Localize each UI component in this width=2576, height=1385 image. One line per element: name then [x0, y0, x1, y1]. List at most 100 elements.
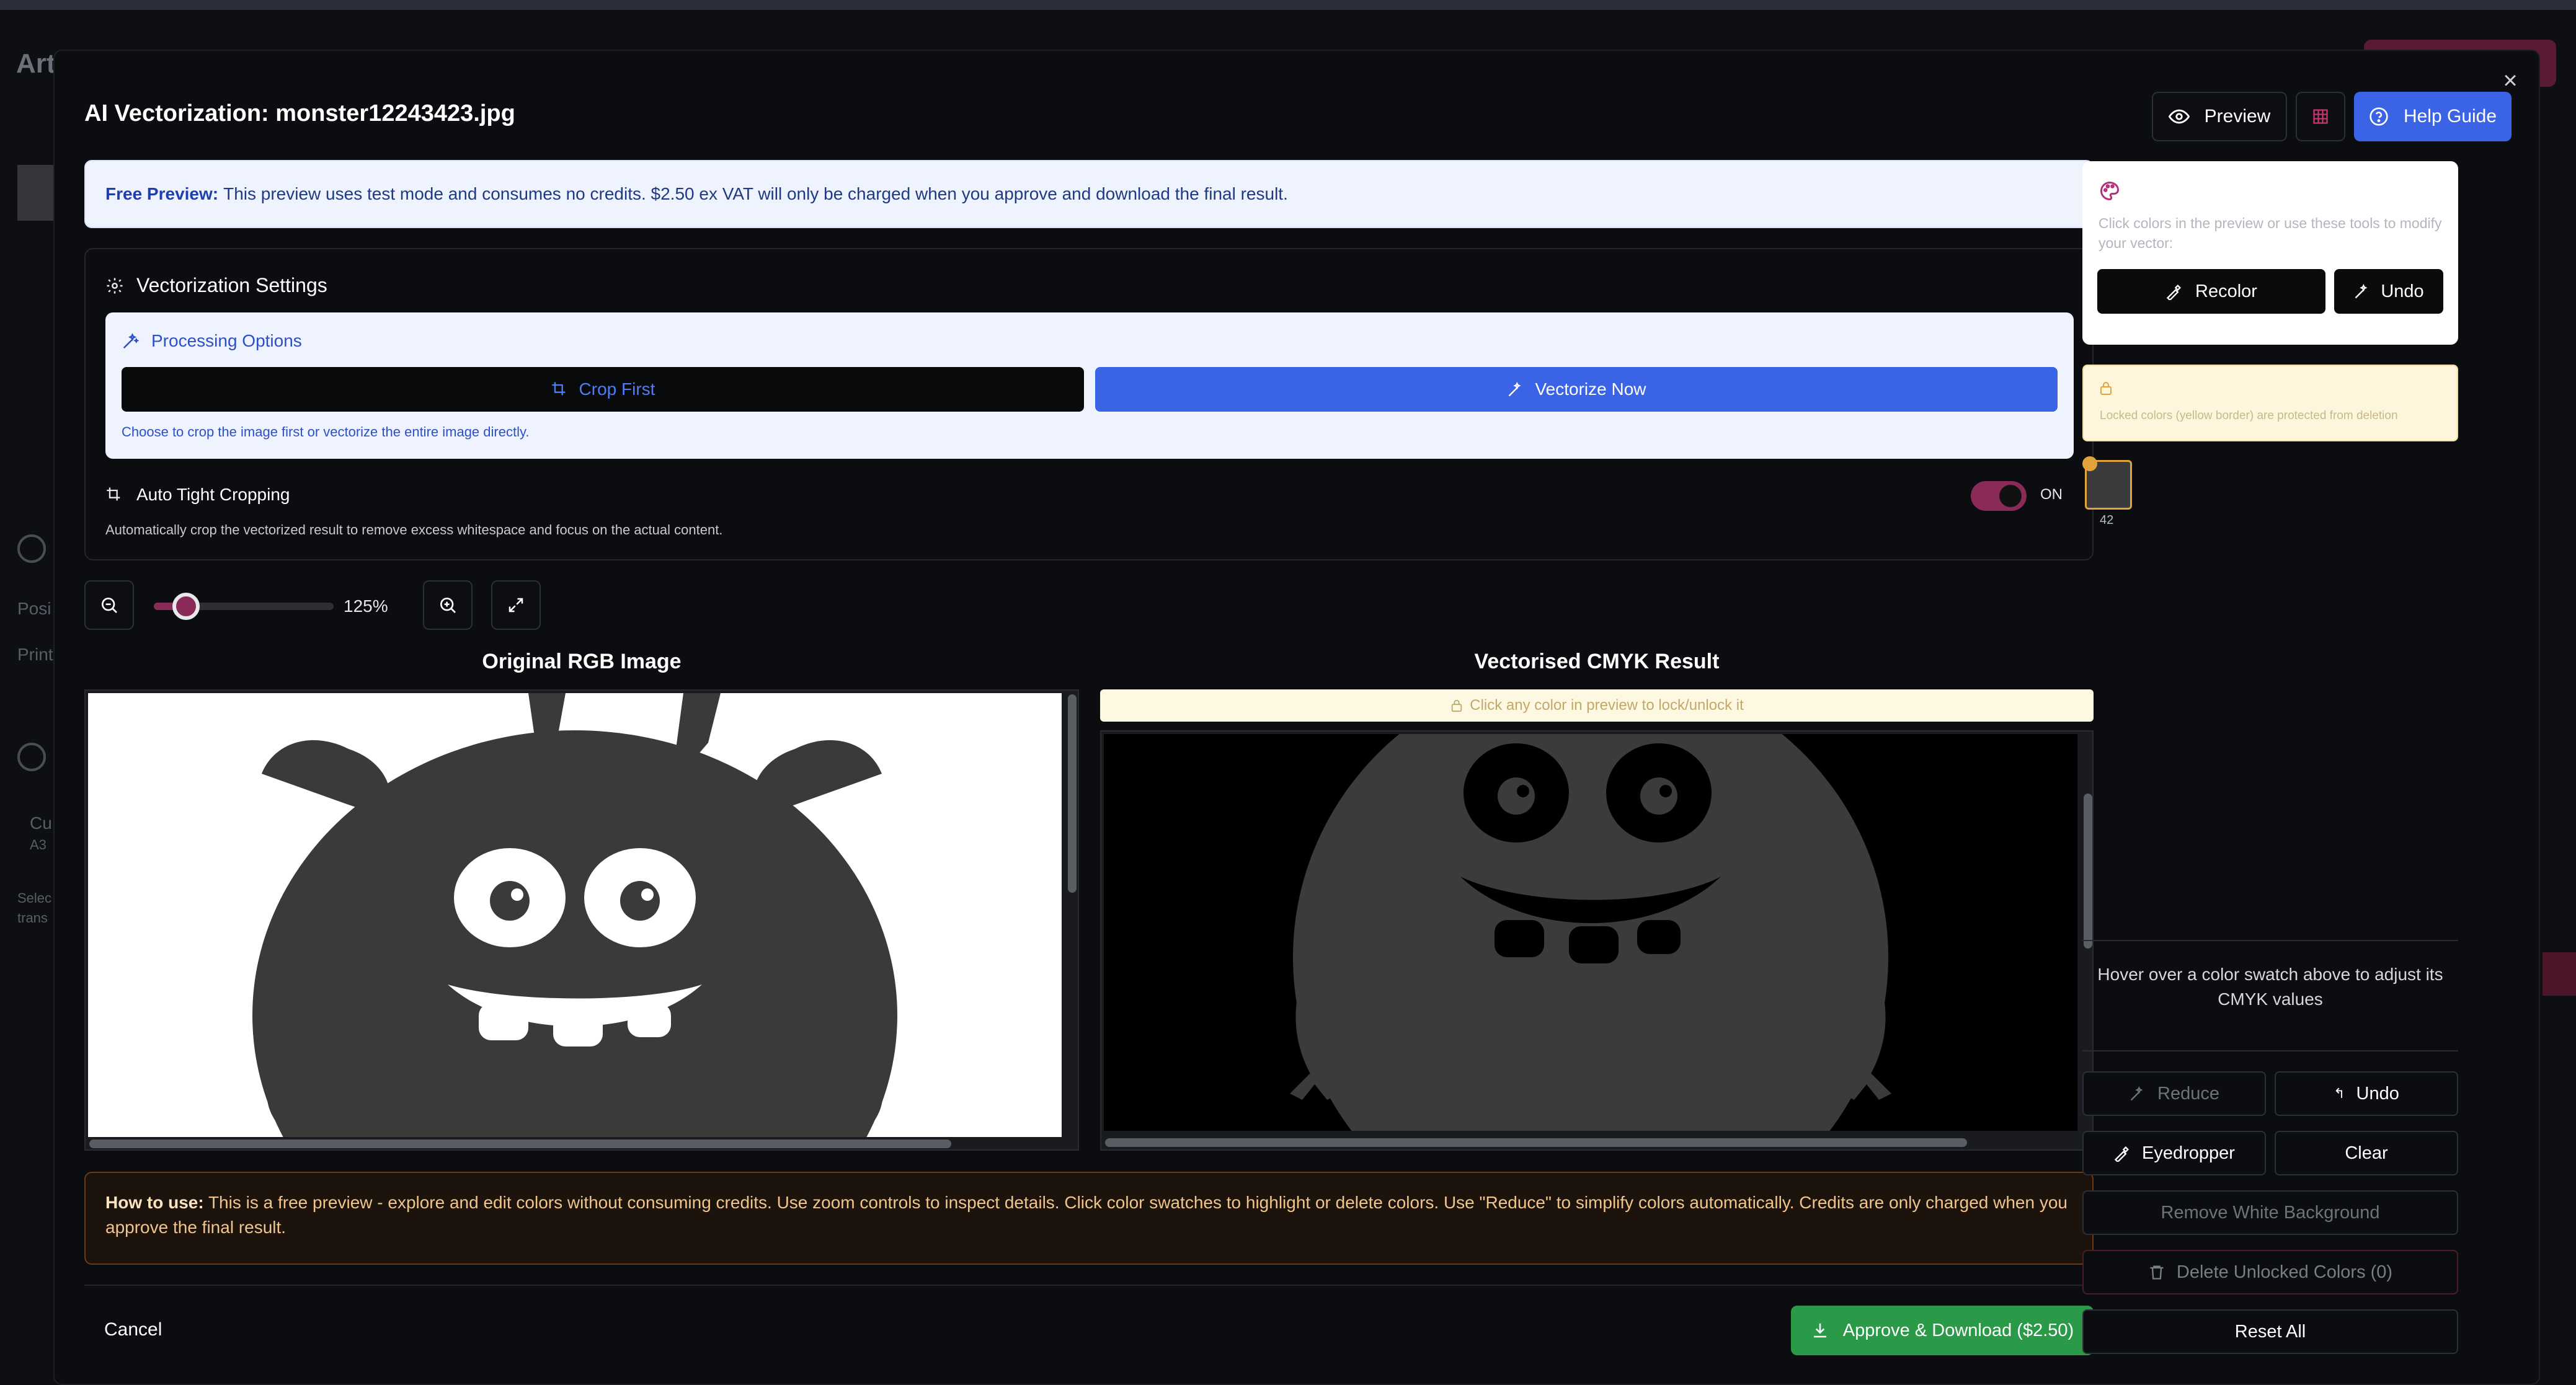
close-icon[interactable]: × [2498, 68, 2523, 93]
trash-icon [2150, 1265, 2164, 1280]
lock-icon [1451, 699, 1462, 712]
color-tools-heading: Color Tools [2099, 180, 2218, 202]
recolor-label: Recolor [2195, 281, 2257, 301]
crop-icon [107, 487, 120, 501]
reduce-label: Reduce [2157, 1083, 2219, 1104]
zoom-out-icon [102, 598, 117, 613]
grid-icon [2313, 109, 2328, 124]
how-to-use-box: How to use: This is a free preview - exp… [84, 1172, 2094, 1265]
palette-icon [2100, 181, 2120, 201]
zoom-in-button[interactable] [423, 580, 473, 630]
original-image-panel[interactable] [84, 689, 1079, 1151]
locked-colors-text: Locked colors (yellow border) are protec… [2100, 409, 2398, 422]
processing-options-box: Processing Options Crop First Vectorize … [105, 312, 2074, 459]
remove-white-background-label: Remove White Background [2161, 1202, 2380, 1223]
eyedropper-label: Eyedropper [2142, 1143, 2235, 1163]
help-guide-label: Help Guide [2403, 106, 2497, 126]
remove-white-background-button[interactable]: Remove White Background [2082, 1190, 2458, 1235]
undo-arrow-icon: ↰ [2334, 1086, 2345, 1101]
color-tools-title: Color Tools [2131, 181, 2218, 200]
undo-label: Undo [2381, 281, 2424, 301]
lock-hint-bar: Click any color in preview to lock/unloc… [1100, 689, 2094, 722]
lock-icon [2100, 382, 2112, 395]
recolor-button[interactable]: Recolor [2097, 269, 2325, 314]
cmyk-hover-note: Hover over a color swatch above to adjus… [2097, 965, 2443, 1009]
auto-crop-state: ON [2040, 486, 2063, 503]
reset-all-button[interactable]: Reset All [2082, 1309, 2458, 1354]
vectorize-now-button[interactable]: Vectorize Now [1095, 367, 2058, 412]
original-panel-title: Original RGB Image [482, 650, 682, 673]
background-red-tab [2543, 952, 2576, 996]
gear-icon [107, 278, 123, 293]
lock-hint-text: Click any color in preview to lock/unloc… [1470, 697, 1744, 714]
monster-vector-image [1290, 734, 1891, 1131]
eyedropper-button[interactable]: Eyedropper [2082, 1131, 2266, 1175]
undo-secondary-button[interactable]: ↰ Undo [2275, 1071, 2458, 1116]
zoom-level: 125% [344, 596, 388, 616]
background-panel-line: Selec [17, 890, 52, 906]
help-guide-button[interactable]: Help Guide [2354, 92, 2512, 141]
background-panel-line: trans [17, 910, 48, 926]
toggle-knob [1999, 485, 2022, 507]
modal-title: AI Vectorization: monster12243423.jpg [84, 100, 515, 126]
download-icon [1813, 1323, 1826, 1338]
magic-wand-icon [2355, 284, 2368, 299]
background-gear-icon [17, 743, 46, 771]
vertical-scrollbar[interactable] [1068, 694, 1077, 893]
settings-title: Vectorization Settings [136, 274, 327, 296]
undo-secondary-label: Undo [2356, 1083, 2399, 1104]
processing-hint: Choose to crop the image first or vector… [122, 424, 530, 440]
vertical-scrollbar[interactable] [2084, 794, 2092, 949]
zoom-out-button[interactable] [84, 580, 134, 630]
processing-heading: Processing Options [122, 331, 302, 351]
processing-title: Processing Options [151, 331, 302, 350]
eyedropper-icon [2166, 285, 2182, 300]
top-bar [0, 0, 2576, 10]
howto-bold: How to use: [105, 1193, 204, 1212]
preview-button[interactable]: Preview [2152, 92, 2287, 141]
approve-download-label: Approve & Download ($2.50) [1842, 1320, 2074, 1340]
color-tools-card: Color Tools Click colors in the preview … [2082, 161, 2458, 345]
reduce-button[interactable]: Reduce [2082, 1071, 2266, 1116]
clear-label: Clear [2345, 1143, 2388, 1163]
fullscreen-button[interactable] [491, 580, 541, 630]
banner-bold: Free Preview: [105, 184, 219, 203]
reset-all-label: Reset All [2234, 1321, 2306, 1342]
horizontal-scrollbar[interactable] [89, 1139, 951, 1148]
grid-toggle-button[interactable] [2296, 92, 2345, 141]
delete-unlocked-colors-button[interactable]: Delete Unlocked Colors (0) [2082, 1250, 2458, 1294]
banner-text: This preview uses test mode and consumes… [223, 184, 1288, 203]
background-title: Art [16, 48, 56, 79]
horizontal-scrollbar[interactable] [1105, 1138, 1967, 1147]
crop-icon [551, 382, 565, 396]
crop-first-button[interactable]: Crop First [122, 367, 1084, 412]
vectorization-modal: AI Vectorization: monster12243423.jpg × … [53, 50, 2540, 1385]
clear-button[interactable]: Clear [2275, 1131, 2458, 1175]
preview-label: Preview [2204, 106, 2271, 126]
background-logo [17, 165, 55, 221]
expand-icon [509, 598, 523, 613]
approve-download-button[interactable]: Approve & Download ($2.50) [1791, 1306, 2094, 1355]
sidebar-divider [2082, 940, 2458, 941]
background-panel-line: A3 [30, 837, 47, 852]
undo-button[interactable]: Undo [2334, 269, 2443, 314]
cancel-button[interactable]: Cancel [104, 1319, 162, 1340]
background-side-label: Print [17, 645, 53, 664]
auto-crop-title: Auto Tight Cropping [136, 485, 290, 504]
vector-image[interactable] [1104, 734, 2077, 1131]
vector-result-panel[interactable] [1100, 730, 2094, 1151]
zoom-slider-handle[interactable] [172, 593, 200, 620]
original-image [88, 693, 1062, 1137]
auto-crop-heading: Auto Tight Cropping [105, 485, 290, 505]
auto-crop-toggle[interactable] [1971, 481, 2027, 511]
locked-colors-card: Locked colors (yellow border) are protec… [2082, 365, 2458, 441]
crop-first-label: Crop First [579, 379, 655, 399]
background-panel-line: Cu [30, 813, 52, 833]
eye-icon [2168, 109, 2190, 124]
background-side-label: Posi [17, 599, 51, 618]
color-tools-description: Click colors in the preview or use these… [2099, 215, 2442, 251]
monster-original-image [252, 693, 897, 1137]
magic-wand-icon [2130, 1086, 2143, 1101]
eyedropper-icon [2114, 1146, 2130, 1162]
vector-panel-title: Vectorised CMYK Result [1474, 650, 1720, 673]
